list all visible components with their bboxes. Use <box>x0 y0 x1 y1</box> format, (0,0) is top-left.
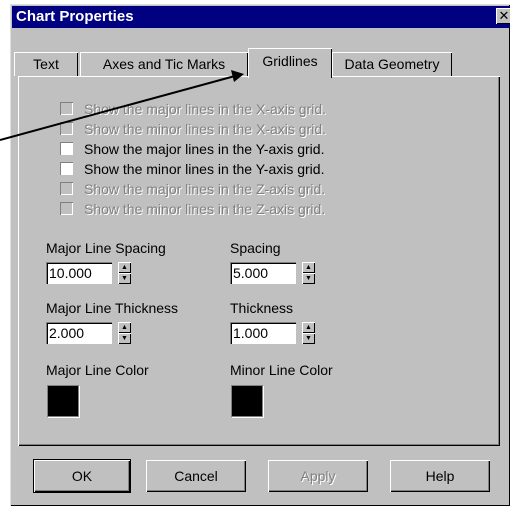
spin-up-icon[interactable]: ▲ <box>118 262 131 273</box>
apply-button[interactable]: Apply <box>268 460 368 492</box>
checkbox-label: Show the major lines in the Z-axis grid. <box>84 181 326 197</box>
checkbox-label: Show the major lines in the X-axis grid. <box>84 101 326 117</box>
checkbox-box[interactable] <box>60 122 73 135</box>
title-bar[interactable]: Chart Properties ✕ <box>12 6 510 28</box>
spin-up-icon[interactable]: ▲ <box>302 262 315 273</box>
major-line-color-swatch[interactable] <box>48 386 78 416</box>
tab-text[interactable]: Text <box>14 52 78 76</box>
checkbox-label: Show the minor lines in the Y-axis grid. <box>84 161 325 177</box>
thickness-label: Thickness <box>230 300 294 316</box>
major-line-spacing-spinner[interactable]: ▲ ▼ <box>118 262 131 284</box>
spin-up-icon[interactable]: ▲ <box>118 322 131 333</box>
spacing-label: Spacing <box>230 240 281 256</box>
thickness-spinner[interactable]: ▲ ▼ <box>302 322 315 344</box>
spin-down-icon[interactable]: ▼ <box>118 273 131 284</box>
checkbox-label: Show the minor lines in the Z-axis grid. <box>84 201 326 217</box>
spin-down-icon[interactable]: ▼ <box>302 273 315 284</box>
help-button[interactable]: Help <box>390 460 490 492</box>
checkbox-box[interactable] <box>60 142 73 155</box>
chart-properties-dialog: Chart Properties ✕ Text Axes and Tic Mar… <box>10 4 510 506</box>
major-line-color-label: Major Line Color <box>46 362 149 378</box>
major-line-spacing-input[interactable]: 10.000 <box>46 262 112 284</box>
checkbox-box[interactable] <box>60 202 73 215</box>
gridlines-panel: Show the major lines in the X-axis grid.… <box>18 76 500 446</box>
checkbox-label: Show the major lines in the Y-axis grid. <box>84 141 325 157</box>
checkbox-label: Show the minor lines in the X-axis grid. <box>84 121 326 137</box>
major-line-thickness-input[interactable]: 2.000 <box>46 322 112 344</box>
dialog-title: Chart Properties <box>16 8 134 25</box>
minor-line-color-swatch[interactable] <box>232 386 262 416</box>
close-icon[interactable]: ✕ <box>496 8 510 24</box>
spacing-input[interactable]: 5.000 <box>230 262 296 284</box>
major-line-thickness-label: Major Line Thickness <box>46 300 179 316</box>
major-line-spacing-label: Major Line Spacing <box>46 240 166 256</box>
minor-line-color-label: Minor Line Color <box>230 362 333 378</box>
tab-axes-and-tic-marks[interactable]: Axes and Tic Marks <box>80 52 248 76</box>
tab-gridlines[interactable]: Gridlines <box>248 48 332 78</box>
thickness-input[interactable]: 1.000 <box>230 322 296 344</box>
spin-down-icon[interactable]: ▼ <box>118 333 131 344</box>
spin-up-icon[interactable]: ▲ <box>302 322 315 333</box>
cancel-button[interactable]: Cancel <box>146 460 246 492</box>
major-line-thickness-spinner[interactable]: ▲ ▼ <box>118 322 131 344</box>
spacing-spinner[interactable]: ▲ ▼ <box>302 262 315 284</box>
checkbox-box[interactable] <box>60 182 73 195</box>
ok-button[interactable]: OK <box>34 460 130 492</box>
checkbox-box[interactable] <box>60 162 73 175</box>
checkbox-box[interactable] <box>60 102 73 115</box>
spin-down-icon[interactable]: ▼ <box>302 333 315 344</box>
tab-data-geometry[interactable]: Data Geometry <box>332 52 452 76</box>
